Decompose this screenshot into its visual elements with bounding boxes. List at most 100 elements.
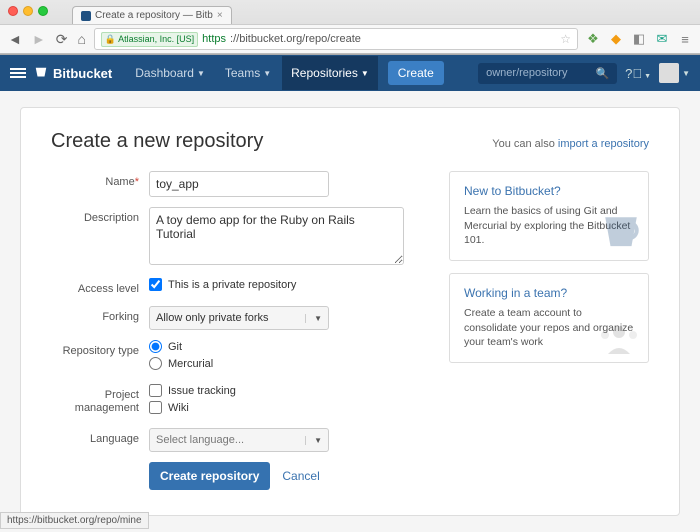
chevron-down-icon: ▼ xyxy=(305,314,322,323)
nav-dashboard-label: Dashboard xyxy=(135,66,194,80)
ext-icon-1[interactable]: ❖ xyxy=(586,32,600,46)
browser-toolbar: ◄ ► ⟳ ⌂ 🔒 Atlassian, Inc. [US] https://b… xyxy=(0,24,700,54)
name-input[interactable] xyxy=(149,171,329,197)
wiki-label: Wiki xyxy=(168,402,189,414)
box-team-title[interactable]: Working in a team? xyxy=(464,286,634,300)
tab-title: Create a repository — Bitb xyxy=(95,10,213,21)
avatar xyxy=(659,63,679,83)
ext-icon-4[interactable]: ✉ xyxy=(655,32,669,46)
issue-tracking-checkbox[interactable] xyxy=(149,384,162,397)
nav-items: Dashboard▼ Teams▼ Repositories▼ Create xyxy=(126,56,444,90)
row-repo-type: Repository type Git Mercurial xyxy=(51,340,429,374)
row-access: Access level This is a private repositor… xyxy=(51,278,429,296)
caret-icon: ▼ xyxy=(263,69,271,78)
row-name: Name* xyxy=(51,171,429,197)
sidebar: New to Bitbucket? Learn the basics of us… xyxy=(449,171,649,490)
language-select[interactable]: Select language... ▼ xyxy=(149,428,329,452)
check-issue-line[interactable]: Issue tracking xyxy=(149,384,429,397)
form: Name* Description Access level This is a… xyxy=(51,171,429,490)
radio-mercurial-line[interactable]: Mercurial xyxy=(149,357,429,370)
layout: Name* Description Access level This is a… xyxy=(51,171,649,490)
brand[interactable]: Bitbucket xyxy=(34,66,112,81)
import-link[interactable]: import a repository xyxy=(558,138,649,150)
window-minimize-button[interactable] xyxy=(23,6,33,16)
private-checkbox[interactable] xyxy=(149,278,162,291)
forking-select[interactable]: Allow only private forks ▼ xyxy=(149,306,329,330)
label-name: Name* xyxy=(51,171,149,189)
create-repository-button[interactable]: Create repository xyxy=(149,462,270,490)
issue-tracking-label: Issue tracking xyxy=(168,385,236,397)
nav-repositories[interactable]: Repositories▼ xyxy=(282,56,378,90)
app-nav: Bitbucket Dashboard▼ Teams▼ Repositories… xyxy=(0,55,700,91)
label-forking: Forking xyxy=(51,306,149,324)
favicon-icon xyxy=(81,11,91,21)
nav-arrows: ◄ ► ⟳ ⌂ xyxy=(8,31,86,48)
reload-button[interactable]: ⟳ xyxy=(56,31,68,48)
row-description: Description xyxy=(51,207,429,268)
bookmark-star-icon[interactable]: ☆ xyxy=(560,32,571,46)
search-placeholder: owner/repository xyxy=(486,67,567,79)
url-scheme: https xyxy=(202,33,226,45)
hamburger-menu-icon[interactable]: ≡ xyxy=(678,32,692,46)
row-language: Language Select language... ▼ xyxy=(51,428,429,452)
private-checkbox-label: This is a private repository xyxy=(168,279,296,291)
search-box[interactable]: owner/repository 🔍 xyxy=(478,63,617,84)
access-checkbox-line[interactable]: This is a private repository xyxy=(149,278,429,291)
help-icon[interactable]: ?⃝▼ xyxy=(625,66,651,81)
cancel-link[interactable]: Cancel xyxy=(282,469,319,483)
tab-close-icon[interactable]: × xyxy=(217,10,223,21)
lock-badge: 🔒 Atlassian, Inc. [US] xyxy=(101,32,198,47)
back-button[interactable]: ◄ xyxy=(8,31,22,48)
row-forking: Forking Allow only private forks ▼ xyxy=(51,306,429,330)
ext-icon-2[interactable]: ◆ xyxy=(609,32,623,46)
label-language: Language xyxy=(51,428,149,446)
ssl-org: Atlassian, Inc. [US] xyxy=(118,34,194,44)
search-icon: 🔍 xyxy=(595,67,609,80)
nav-right: owner/repository 🔍 ?⃝▼ ▼ xyxy=(478,63,690,84)
box-new-title[interactable]: New to Bitbucket? xyxy=(464,184,634,198)
forward-button[interactable]: ► xyxy=(32,31,46,48)
wiki-checkbox[interactable] xyxy=(149,401,162,414)
label-pm: Project management xyxy=(51,384,149,415)
radio-git-label: Git xyxy=(168,341,182,353)
button-row: Create repository Cancel xyxy=(149,462,429,490)
browser-tab[interactable]: Create a repository — Bitb × xyxy=(72,6,232,24)
window-zoom-button[interactable] xyxy=(38,6,48,16)
description-input[interactable] xyxy=(149,207,404,265)
page-background: Create a new repository You can also imp… xyxy=(0,91,700,532)
ext-icon-3[interactable]: ◧ xyxy=(632,32,646,46)
card-header: Create a new repository You can also imp… xyxy=(51,130,649,153)
brand-text: Bitbucket xyxy=(53,66,112,81)
nav-create-button[interactable]: Create xyxy=(388,61,444,85)
label-description: Description xyxy=(51,207,149,225)
nav-dashboard[interactable]: Dashboard▼ xyxy=(126,56,214,90)
radio-git-line[interactable]: Git xyxy=(149,340,429,353)
nav-teams[interactable]: Teams▼ xyxy=(216,56,280,90)
nav-teams-label: Teams xyxy=(225,66,260,80)
check-wiki-line[interactable]: Wiki xyxy=(149,401,429,414)
team-graphic-icon xyxy=(596,322,642,356)
address-bar[interactable]: 🔒 Atlassian, Inc. [US] https://bitbucket… xyxy=(94,28,578,50)
window-close-button[interactable] xyxy=(8,6,18,16)
language-placeholder: Select language... xyxy=(156,434,244,446)
home-button[interactable]: ⌂ xyxy=(77,31,85,48)
status-bar: https://bitbucket.org/repo/mine xyxy=(0,512,149,529)
nav-repositories-label: Repositories xyxy=(291,66,358,80)
import-prefix: You can also xyxy=(492,138,558,150)
box-working-team: Working in a team? Create a team account… xyxy=(449,273,649,363)
chevron-down-icon: ▼ xyxy=(305,436,322,445)
row-pm: Project management Issue tracking Wiki xyxy=(51,384,429,418)
nav-hamburger-icon[interactable] xyxy=(10,68,26,78)
radio-git[interactable] xyxy=(149,340,162,353)
caret-icon: ▼ xyxy=(197,69,205,78)
label-repo-type: Repository type xyxy=(51,340,149,358)
radio-mercurial-label: Mercurial xyxy=(168,358,213,370)
label-access: Access level xyxy=(51,278,149,296)
bucket-graphic-icon xyxy=(600,212,642,254)
caret-icon: ▼ xyxy=(682,69,690,78)
page-title: Create a new repository xyxy=(51,130,263,153)
caret-icon: ▼ xyxy=(361,69,369,78)
user-menu[interactable]: ▼ xyxy=(659,63,690,83)
radio-mercurial[interactable] xyxy=(149,357,162,370)
content-card: Create a new repository You can also imp… xyxy=(20,107,680,516)
